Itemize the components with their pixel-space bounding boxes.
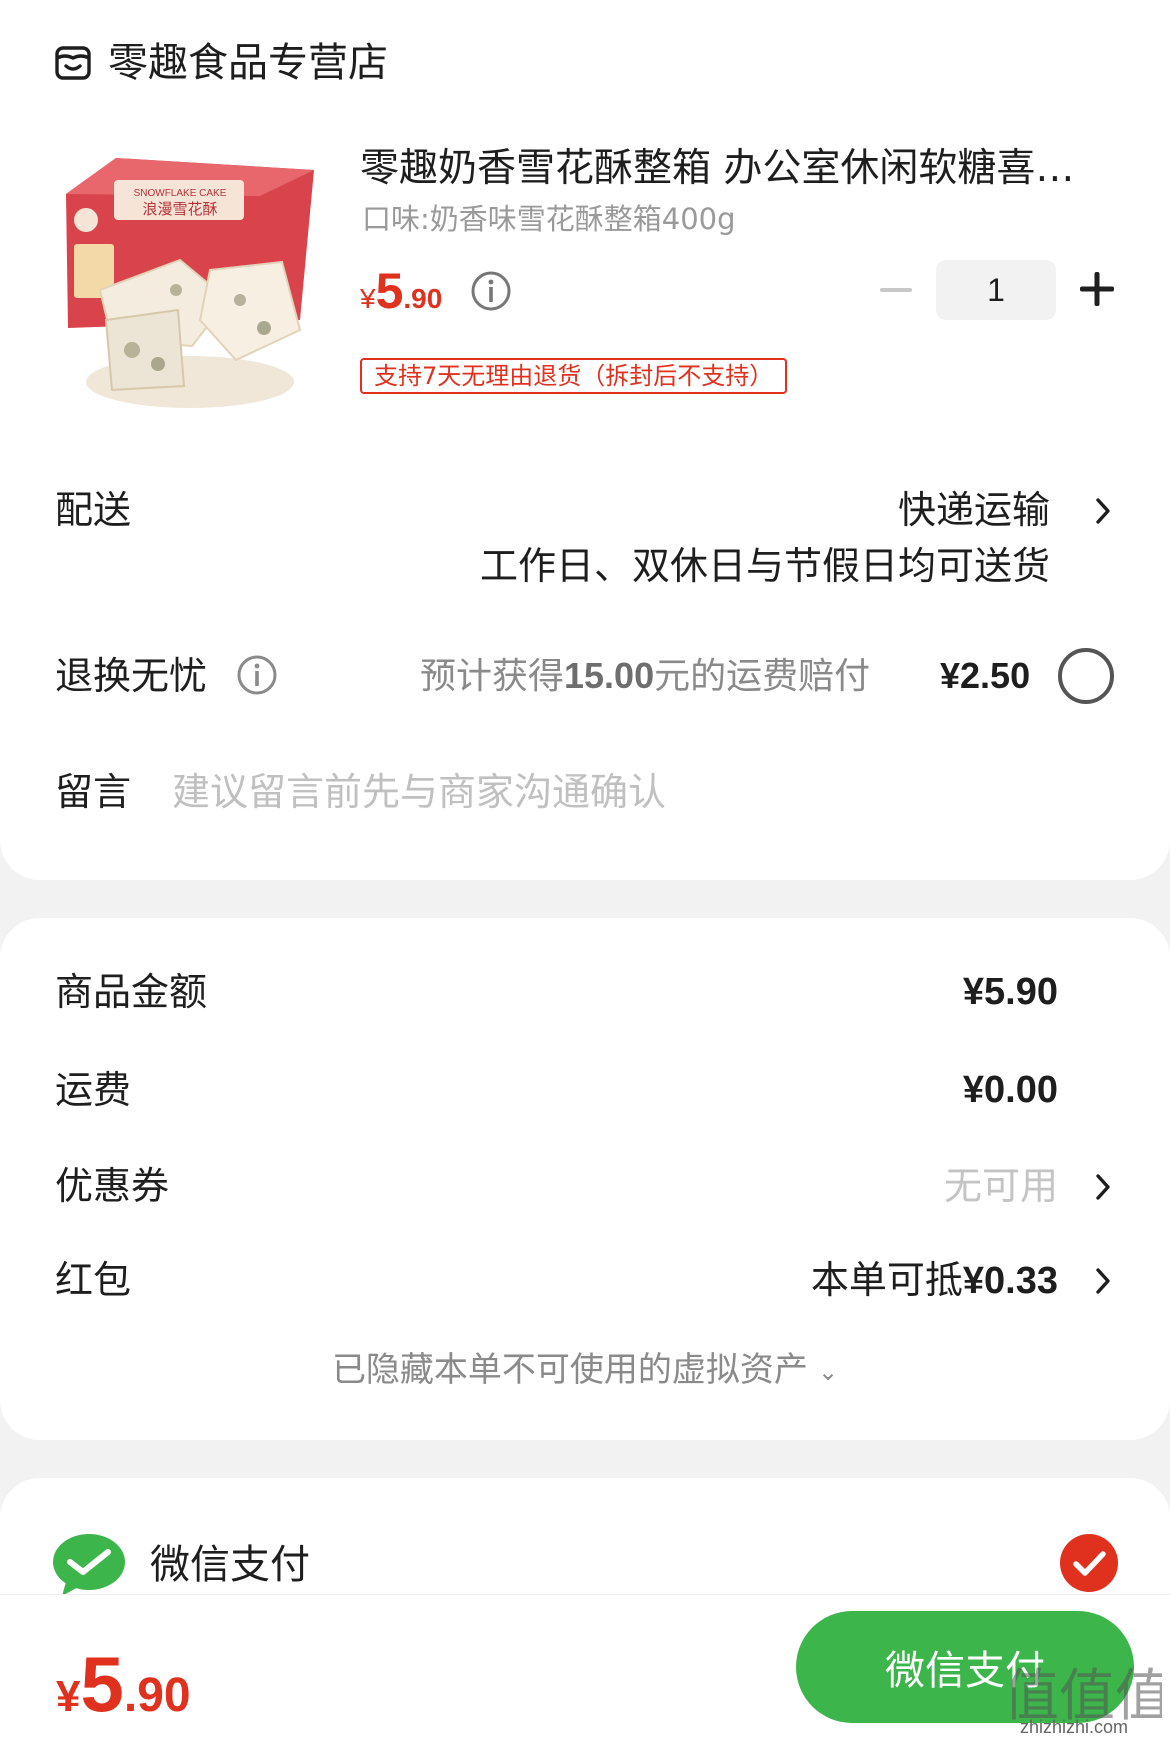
shipping-fee-label: 运费 xyxy=(55,1068,132,1112)
return-insurance-desc-suffix: 元的运费赔付 xyxy=(654,656,871,697)
coupon-chevron-icon[interactable] xyxy=(1092,1170,1114,1204)
product-image[interactable]: SNOWFLAKE CAKE 浪漫雪花酥 xyxy=(60,150,320,412)
goods-amount-value: ¥5.90 xyxy=(962,971,1058,1013)
shipping-fee-value: ¥0.00 xyxy=(962,1069,1058,1111)
return-policy-badge: 支持7天无理由退货（拆封后不支持） xyxy=(360,358,788,394)
payment-method-label[interactable]: 微信支付 xyxy=(150,1540,310,1590)
red-packet-prefix: 本单可抵 xyxy=(810,1258,963,1302)
chevron-down-icon: ⌄ xyxy=(817,1357,839,1386)
red-packet-chevron-icon[interactable] xyxy=(1092,1264,1114,1298)
wechat-pay-icon xyxy=(53,1534,125,1596)
delivery-method[interactable]: 快递运输 xyxy=(898,486,1050,534)
delivery-note: 工作日、双休日与节假日均可送货 xyxy=(479,544,1050,588)
hidden-assets-text: 已隐藏本单不可使用的虚拟资产 xyxy=(331,1350,808,1390)
product-variant[interactable]: 口味:奶香味雪花酥整箱400g xyxy=(362,200,736,238)
coupon-label: 优惠券 xyxy=(55,1164,170,1208)
price-currency: ¥ xyxy=(360,283,376,314)
delivery-label: 配送 xyxy=(55,488,132,532)
coupon-value[interactable]: 无可用 xyxy=(944,1162,1058,1210)
return-insurance-desc: 预计获得15.00元的运费赔付 xyxy=(420,652,870,701)
check-icon xyxy=(1073,1551,1106,1576)
bottom-checkout-bar: ¥5.90 微信支付 值值值 zhizhizhi.com xyxy=(0,1594,1170,1742)
product-title[interactable]: 零趣奶香雪花酥整箱 办公室休闲软糖喜… xyxy=(360,144,1090,194)
return-insurance-desc-prefix: 预计获得 xyxy=(420,656,565,697)
watermark-url: zhizhizhi.com xyxy=(1020,1717,1129,1737)
return-insurance-desc-amount: 15.00 xyxy=(564,655,655,696)
store-name[interactable]: 零趣食品专营店 xyxy=(108,38,388,88)
return-insurance-price: ¥2.50 xyxy=(940,655,1031,696)
goods-amount-label: 商品金额 xyxy=(55,970,208,1014)
quantity-plus-button[interactable] xyxy=(1076,268,1118,310)
total-decimal: .90 xyxy=(123,1669,191,1722)
delivery-chevron-icon[interactable] xyxy=(1092,494,1114,528)
svg-text:浪漫雪花酥: 浪漫雪花酥 xyxy=(142,200,217,218)
payment-selected-check-icon[interactable] xyxy=(1060,1534,1118,1592)
hidden-assets-toggle[interactable]: 已隐藏本单不可使用的虚拟资产 ⌄ xyxy=(0,1348,1170,1394)
return-insurance-radio[interactable] xyxy=(1058,648,1114,704)
price-integer: 5 xyxy=(375,263,404,319)
product-price: ¥5.90 xyxy=(360,262,442,320)
red-packet-label: 红包 xyxy=(55,1258,132,1302)
total-currency: ¥ xyxy=(56,1672,81,1721)
price-info-icon[interactable] xyxy=(470,270,512,312)
svg-text:SNOWFLAKE CAKE: SNOWFLAKE CAKE xyxy=(134,188,227,199)
return-insurance-label: 退换无忧 xyxy=(55,654,208,698)
total-price: ¥5.90 xyxy=(56,1639,191,1730)
red-packet-value[interactable]: 本单可抵¥0.33 xyxy=(811,1256,1058,1305)
total-integer: 5 xyxy=(80,1640,124,1728)
price-decimal: .90 xyxy=(403,283,443,314)
return-insurance-info-icon[interactable] xyxy=(236,654,278,696)
order-card: 零趣食品专营店 SNOWFLAKE CAKE 浪漫雪花酥 零趣奶香雪花酥整箱 办… xyxy=(0,0,1170,880)
quantity-minus-button[interactable] xyxy=(876,270,916,310)
red-packet-amount: ¥0.33 xyxy=(962,1260,1058,1302)
message-input[interactable] xyxy=(172,762,1072,822)
quantity-value[interactable]: 1 xyxy=(936,260,1056,320)
message-label: 留言 xyxy=(55,770,132,814)
store-icon xyxy=(55,46,91,80)
